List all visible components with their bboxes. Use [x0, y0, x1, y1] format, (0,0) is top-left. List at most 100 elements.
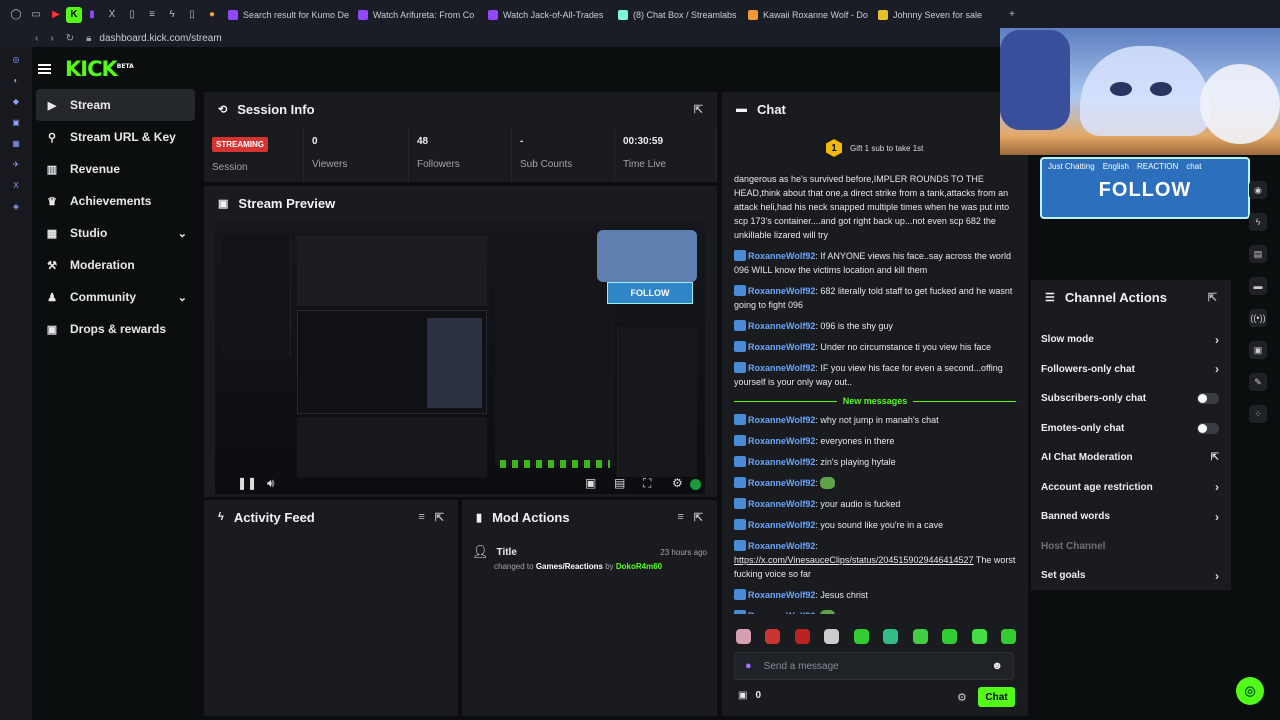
emote-icon[interactable]	[942, 629, 958, 644]
chat-username[interactable]: RoxanneWolf92	[748, 541, 815, 551]
channel-points[interactable]: ▣ 0	[738, 690, 761, 701]
youtube-icon[interactable]: ▶	[46, 0, 66, 29]
filter-icon[interactable]: ≡	[677, 511, 683, 523]
menu-icon[interactable]	[38, 64, 51, 74]
page-icon[interactable]: ▯	[182, 0, 202, 29]
filter-icon[interactable]: ≡	[418, 511, 424, 523]
emote-icon[interactable]	[883, 629, 899, 644]
chevron-right-icon[interactable]: ›	[1215, 362, 1219, 376]
popout-icon[interactable]: ⇱	[694, 511, 703, 524]
external-link-icon[interactable]: ⇱	[1211, 452, 1219, 463]
toggle-switch[interactable]	[1197, 422, 1219, 434]
pause-icon[interactable]: ❚❚	[237, 476, 257, 490]
channel-action-emotes-only-chat[interactable]: Emotes-only chat	[1031, 414, 1231, 444]
chat-username[interactable]: RoxanneWolf92	[748, 457, 815, 467]
theater-icon[interactable]: ▤	[614, 476, 625, 490]
sidebar-app-icon[interactable]: ▦	[10, 137, 22, 149]
browser-tab[interactable]: Kawaii Roxanne Wolf - Do	[742, 0, 872, 29]
channel-action-subscribers-only-chat[interactable]: Subscribers-only chat	[1031, 384, 1231, 414]
channel-action-ai-chat-moderation[interactable]: AI Chat Moderation ⇱	[1031, 443, 1231, 473]
chat-username[interactable]: RoxanneWolf92	[748, 363, 815, 373]
sidebar-item-drops-rewards[interactable]: ▣ Drops & rewards	[36, 313, 195, 345]
sidebar-item-moderation[interactable]: ⚒ Moderation	[36, 249, 195, 281]
settings-icon[interactable]: ⚙	[672, 476, 683, 490]
emote-icon[interactable]	[853, 629, 869, 644]
browser-tab[interactable]: Johnny Seven for sale	[872, 0, 1002, 29]
chat-username[interactable]: RoxanneWolf92	[748, 321, 815, 331]
kick-logo[interactable]: KICKBETA	[65, 57, 134, 81]
reload-icon[interactable]: ↻	[66, 33, 74, 44]
chevron-right-icon[interactable]: ›	[1215, 480, 1219, 494]
emote-icon[interactable]	[912, 629, 928, 644]
fullscreen-icon[interactable]: ⛶	[643, 476, 651, 491]
sidebar-app-icon[interactable]: X	[10, 179, 22, 191]
emoji-icon[interactable]: ☻	[991, 660, 1003, 672]
forward-icon[interactable]: ›	[50, 33, 53, 44]
popout-icon[interactable]: ⇱	[435, 511, 444, 524]
channel-action-followers-only-chat[interactable]: Followers-only chat ›	[1031, 355, 1231, 385]
chat-username[interactable]: RoxanneWolf92	[748, 520, 815, 530]
chat-username[interactable]: RoxanneWolf92	[748, 251, 815, 261]
kick-tab-icon[interactable]: K	[66, 6, 82, 23]
browser-tab[interactable]: Watch Arifureta: From Co	[352, 0, 482, 29]
browser-tab[interactable]: Watch Jack-of-All-Trades	[482, 0, 612, 29]
sidebar-item-studio[interactable]: ▦ Studio ⌄	[36, 217, 195, 249]
chat-username[interactable]: RoxanneWolf92	[748, 436, 815, 446]
chat-username[interactable]: RoxanneWolf92	[748, 415, 815, 425]
popout-icon[interactable]: ⇱	[694, 103, 703, 116]
chat-icon[interactable]: ▬	[1249, 277, 1267, 295]
toggle-switch[interactable]	[1197, 393, 1219, 405]
channel-action-account-age-restriction[interactable]: Account age restriction ›	[1031, 473, 1231, 503]
sidebar-app-icon[interactable]: ◆	[10, 95, 22, 107]
back-icon[interactable]: ‹	[35, 33, 38, 44]
sidebar-app-icon[interactable]: ▣	[10, 116, 22, 128]
chat-username[interactable]: RoxanneWolf92	[748, 611, 815, 614]
new-tab-icon[interactable]: +	[1002, 0, 1022, 29]
browser-tab[interactable]: Search result for Kumo De	[222, 0, 352, 29]
cookie-icon[interactable]: ●	[202, 0, 222, 29]
chat-link[interactable]: https://x.com/VinesauceClips/status/2045…	[734, 555, 974, 565]
mod-entry-moderator[interactable]: DokoR4m60	[616, 562, 662, 571]
bolt-icon[interactable]: ϟ	[162, 0, 182, 29]
chat-username[interactable]: RoxanneWolf92	[748, 286, 815, 296]
chat-username[interactable]: RoxanneWolf92	[748, 499, 815, 509]
stream-preview-video[interactable]: FOLLOW	[215, 222, 705, 494]
sidebar-item-revenue[interactable]: ▥ Revenue	[36, 153, 195, 185]
game-icon[interactable]: ▭	[26, 0, 46, 29]
chat-username[interactable]: RoxanneWolf92	[748, 478, 815, 488]
chat-username[interactable]: RoxanneWolf92	[748, 342, 815, 352]
apps-icon[interactable]: ⁘	[1249, 405, 1267, 423]
popout-icon[interactable]: ⇱	[1208, 291, 1217, 304]
channel-action-set-goals[interactable]: Set goals ›	[1031, 561, 1231, 591]
browser-menu-icon[interactable]: ◯	[6, 0, 26, 29]
channel-action-banned-words[interactable]: Banned words ›	[1031, 502, 1231, 532]
bolt-icon[interactable]: ϟ	[1249, 213, 1267, 231]
sidebar-item-stream-url-key[interactable]: ⚲ Stream URL & Key	[36, 121, 195, 153]
url-field[interactable]: dashboard.kick.com/stream	[99, 33, 221, 44]
support-headset-icon[interactable]: ◎	[1236, 677, 1264, 705]
emote-icon[interactable]	[971, 629, 987, 644]
sidebar-item-achievements[interactable]: ♛ Achievements	[36, 185, 195, 217]
stack-icon[interactable]: ≡	[142, 0, 162, 29]
window-icon[interactable]: ▣	[1249, 341, 1267, 359]
volume-icon[interactable]: 🔊︎	[267, 476, 275, 491]
notes-icon[interactable]: ▤	[1249, 245, 1267, 263]
broadcast-icon[interactable]: ((•))	[1249, 309, 1267, 327]
channel-action-slow-mode[interactable]: Slow mode ›	[1031, 325, 1231, 355]
chat-settings-icon[interactable]: ⚙	[957, 691, 967, 704]
emote-icon[interactable]	[1000, 629, 1016, 644]
doc-icon[interactable]: ▯	[122, 0, 142, 29]
chat-input[interactable]: ● Send a message ☻	[734, 652, 1014, 680]
pip-icon[interactable]: ▣	[585, 476, 596, 490]
chevron-right-icon[interactable]: ›	[1215, 569, 1219, 583]
sidebar-app-icon[interactable]: ◎	[10, 53, 22, 65]
sidebar-app-icon[interactable]: ◐	[10, 74, 22, 86]
emote-icon[interactable]	[765, 629, 781, 644]
emote-icon[interactable]	[736, 629, 751, 644]
chat-username[interactable]: RoxanneWolf92	[748, 590, 815, 600]
twitch-icon[interactable]: ▮	[82, 0, 102, 29]
browser-tab[interactable]: (8) Chat Box / Streamlabs	[612, 0, 742, 29]
send-chat-button[interactable]: Chat	[978, 687, 1015, 707]
sidebar-app-icon[interactable]: ◈	[10, 200, 22, 212]
gift-sub-banner[interactable]: 1 Gift 1 sub to take 1st	[826, 139, 923, 157]
